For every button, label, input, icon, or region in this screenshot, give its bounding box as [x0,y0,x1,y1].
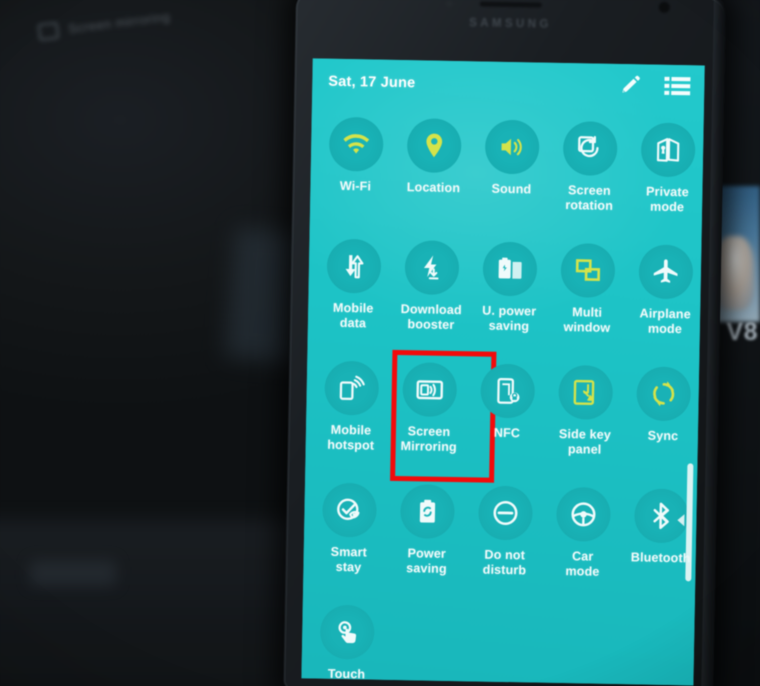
toggle-touch-sensitivity[interactable]: Touchsensitivity [307,594,387,685]
quick-settings-grid: Wi-Fi Location Sound Screen rotation Priv… [301,104,703,685]
toggle-label: Location [406,180,461,196]
toggle-label: NFC [493,425,521,441]
toggle-label: Mobile data [332,300,374,330]
toggle-screen-rotation[interactable]: Screen rotation [550,111,630,230]
proximity-sensor [445,0,453,7]
toggle-label: Download booster [400,302,462,332]
toggle-sync[interactable]: Sync [623,356,703,475]
mobile-hotspot-icon[interactable] [324,360,380,416]
toggle-nfc[interactable]: NFC [467,353,547,472]
wifi-icon[interactable] [328,116,384,172]
toggle-label: Private mode [645,184,689,214]
toggle-label: Multi window [563,305,611,335]
toggle-label: Screen rotation [565,183,614,213]
power-saving-icon[interactable] [400,484,455,540]
toggle-label: Wi-Fi [339,178,372,194]
smart-stay-icon[interactable] [322,482,378,538]
quick-settings-header: Sat, 17 June [312,58,705,111]
toggle-location[interactable]: Location [394,108,474,227]
touch-sensitivity-icon[interactable] [319,604,375,660]
toggle-label: Car mode [565,549,600,579]
toggle-label: Sync [647,428,679,444]
location-pin-icon[interactable] [406,118,462,174]
download-booster-icon[interactable] [404,240,460,296]
ultra-power-saving-icon[interactable] [482,241,538,297]
screen-mirroring-icon[interactable] [402,362,458,418]
panel-scroll-indicator [677,514,685,527]
toggle-label: Airplane mode [639,306,691,336]
mobile-data-icon[interactable] [326,238,382,294]
car-mode-icon[interactable] [555,486,611,542]
toggle-smart-stay[interactable]: Smart stay [309,472,389,591]
toggle-power-saving[interactable]: Power saving [387,474,467,593]
airplane-mode-icon[interactable] [638,244,694,300]
background-object-2 [30,560,116,586]
toggle-label: Sound [491,181,532,197]
toggle-car-mode[interactable]: Car mode [543,477,623,596]
screen-rotation-icon[interactable] [562,120,618,176]
side-key-panel-icon[interactable] [558,364,614,420]
toggle-mobile-hotspot[interactable]: Mobile hotspot [311,350,391,469]
toggle-u-power-saving[interactable]: U. power saving [469,231,549,350]
screen-mirroring-icon [37,21,60,42]
edit-pencil-icon[interactable] [618,72,643,101]
toggle-label: Side key panel [558,426,612,457]
toggle-mobile-data[interactable]: Mobile data [314,228,394,347]
toggle-wi-fi[interactable]: Wi-Fi [316,106,396,225]
list-view-icon[interactable] [664,74,691,101]
toggle-screen-mirroring[interactable]: Screen Mirroring [389,352,469,471]
sync-icon[interactable] [636,366,692,422]
toggle-sound[interactable]: Sound [472,109,552,228]
toggle-label: Screen Mirroring [400,424,457,454]
nfc-icon[interactable] [480,363,536,419]
phone-device: SAMSUNG Sat, 17 June Wi-Fi Location Soun… [283,0,726,686]
toggle-label: Do not disturb [482,547,527,577]
multi-window-icon[interactable] [560,242,616,298]
private-mode-icon[interactable] [640,122,696,178]
toggle-label: Power saving [406,546,447,576]
toggle-label: Mobile hotspot [327,422,375,453]
date-label: Sat, 17 June [328,73,416,92]
header-actions [618,72,691,102]
toggle-airplane-mode[interactable]: Airplane mode [625,234,704,353]
toggle-label: U. power saving [482,303,537,333]
sound-speaker-icon[interactable] [484,119,540,175]
toggle-side-key-panel[interactable]: Side key panel [545,355,625,474]
toggle-do-not-disturb[interactable]: Do not disturb [465,475,545,594]
toggle-multi-window[interactable]: Multi window [547,233,627,352]
toggle-label: Smart stay [330,544,367,574]
screenshot-scene: Screen mirroring V8 SAMSUNG Sat, 17 June [0,0,760,686]
toggle-download-booster[interactable]: Download booster [391,230,471,349]
do-not-disturb-icon[interactable] [477,485,533,541]
background-v8-text: V8 [726,318,758,346]
quick-settings-panel: Sat, 17 June Wi-Fi Location Sound Screen… [301,58,705,686]
toggle-private-mode[interactable]: Private mode [628,112,705,231]
